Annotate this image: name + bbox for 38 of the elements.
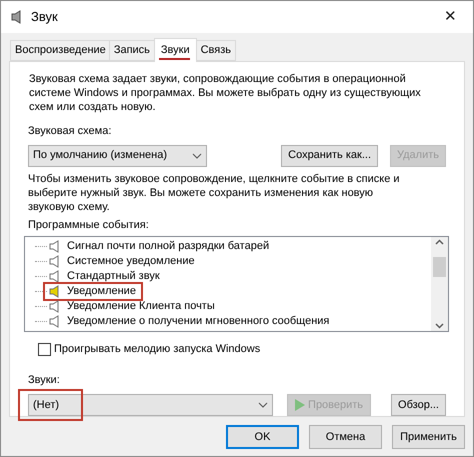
speaker-icon [11,10,23,24]
event-item[interactable]: Уведомление Клиента почты [67,298,215,315]
play-icon [295,399,306,411]
chevron-down-icon [258,402,268,408]
dialog-button[interactable]: Отмена [309,425,382,449]
event-item[interactable]: Системное уведомление [67,253,195,270]
scroll-thumb[interactable] [433,257,446,277]
close-button[interactable]: ✕ [438,6,463,28]
tab[interactable]: Связь [196,40,236,61]
scroll-up-icon[interactable] [435,239,444,245]
sounds-label: Звуки: [28,372,61,388]
event-item[interactable]: Стандартный звук [67,268,160,285]
underline-mark [158,58,190,60]
dropdown-value: По умолчанию (изменена) [33,148,168,164]
events-label: Программные события: [28,218,150,232]
scheme-dropdown[interactable]: По умолчанию (изменена) [28,144,208,166]
tab[interactable]: Звуки [154,38,197,62]
window-title: Звук [31,8,58,26]
sound-dropdown[interactable]: (Нет) [28,394,274,416]
tab[interactable]: Воспроизведение [10,40,111,61]
event-item[interactable]: Сигнал почти полной разрядки батарей [67,238,270,255]
dropdown-value: (Нет) [33,398,60,413]
scroll-down-icon[interactable] [435,323,444,329]
dialog-button[interactable]: OK [226,425,299,449]
instruction-text: Чтобы изменить звуковое сопровождение, щелкните событие в списке и выберите нужный звук. Вы можете сохранить изменения как новую звуковую схему. [28,172,401,214]
chevron-down-icon [192,152,202,158]
checkbox-label: Проигрывать мелодию запуска Windows [54,342,260,357]
scheme-label: Звуковая схема: [28,124,112,139]
scrollbar[interactable] [431,237,448,331]
dialog-button[interactable]: Применить [392,425,465,449]
save-as-button[interactable]: Сохранить как... [281,144,378,166]
tab[interactable]: Запись [108,40,155,61]
events-list[interactable]: Сигнал почти полной разрядки батарей Системное уведомление Стандартный звук Уведомление Уведомление Клиента почты Уведомление о получении мгновенного сообщения [24,236,449,332]
browse-button[interactable]: Обзор... [391,394,446,416]
event-item[interactable]: Уведомление о получении мгновенного сообщения [67,313,330,330]
description-text: Звуковая схема задает звуки, сопровождающие события в операционной системе Windows и программах. Вы можете выбрать одну из существующих схем или создать новую. [29,72,422,114]
event-item[interactable]: Уведомление [67,283,136,300]
checkbox[interactable] [38,342,51,356]
